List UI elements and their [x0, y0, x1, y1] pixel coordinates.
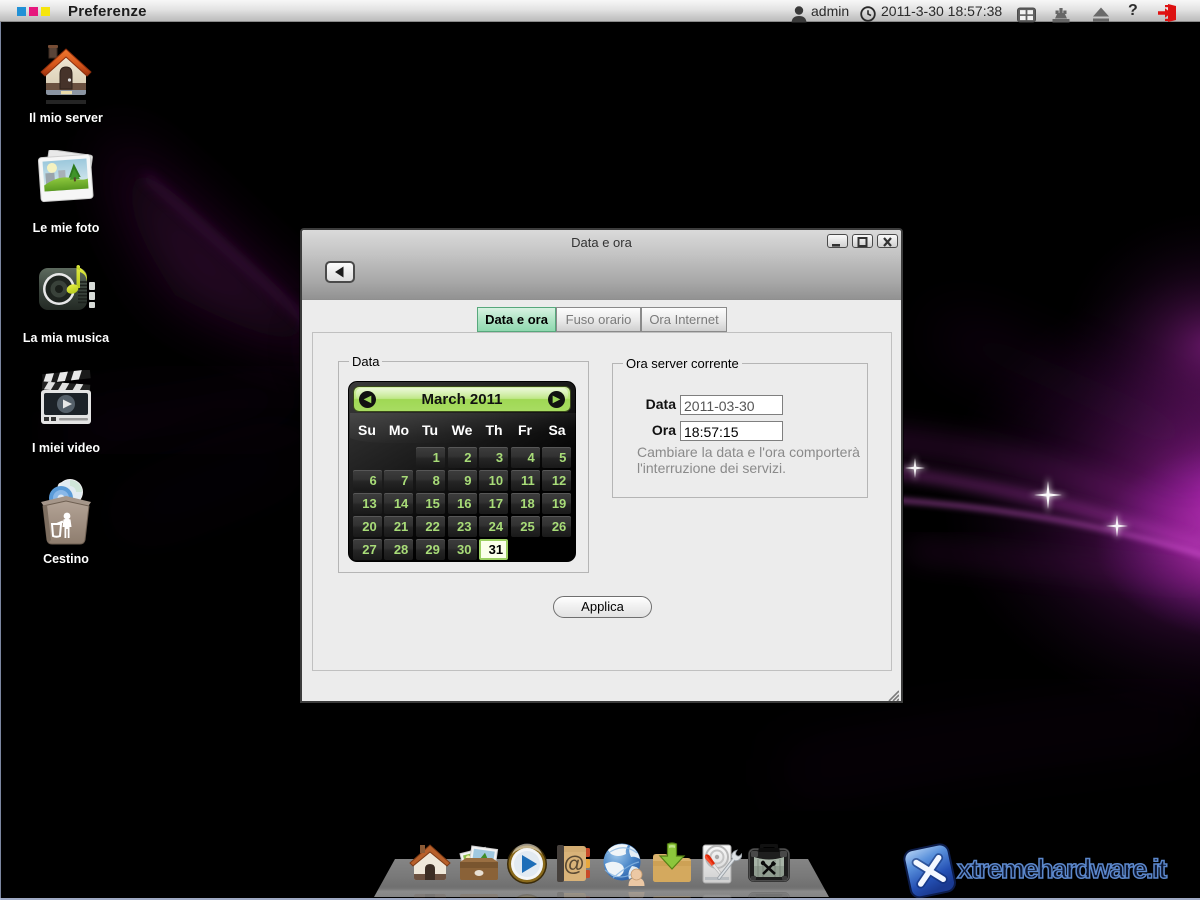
svg-text:@: @ [564, 853, 584, 876]
svg-text:xtremehardware.it: xtremehardware.it [957, 854, 1167, 884]
